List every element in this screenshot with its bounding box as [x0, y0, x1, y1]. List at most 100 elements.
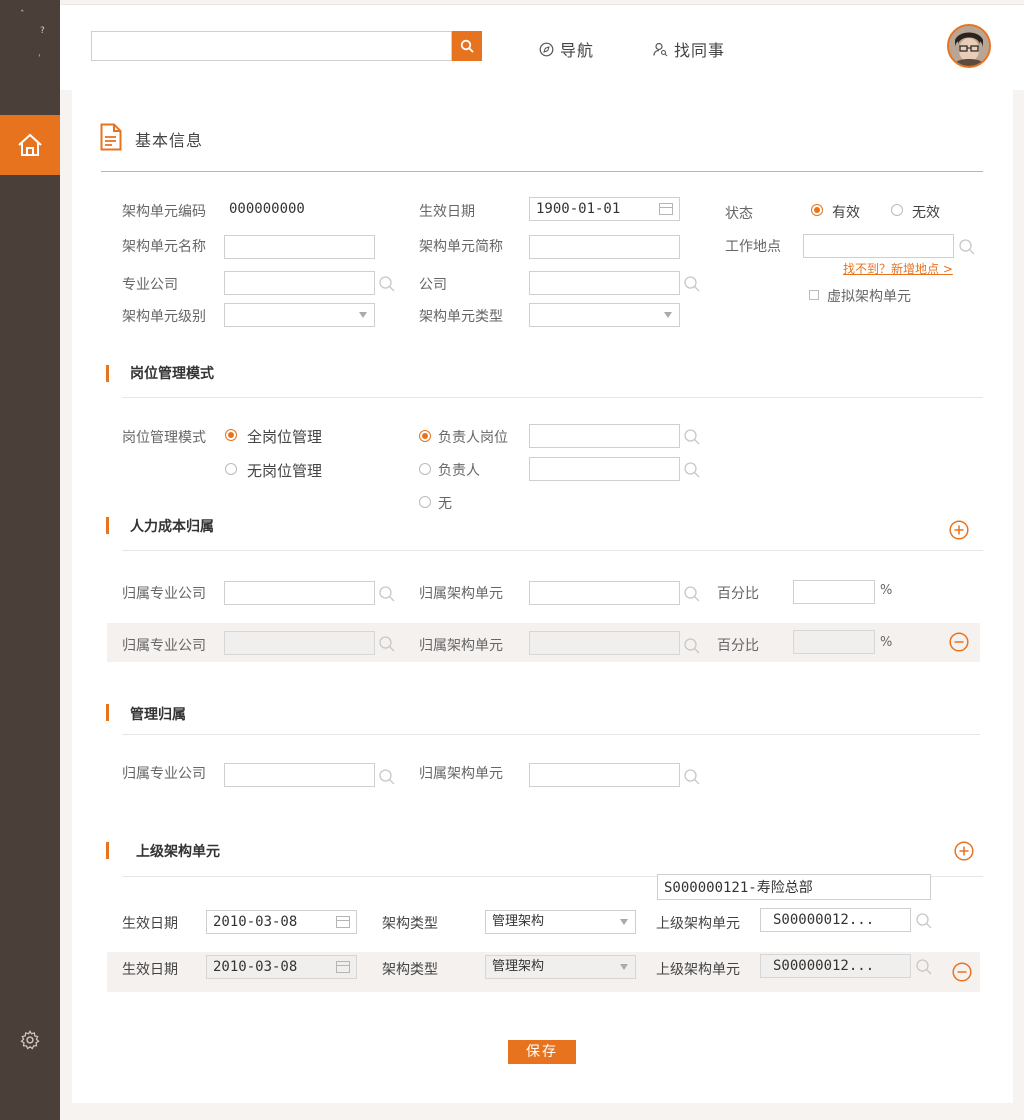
all-positions-radio[interactable]	[225, 429, 237, 441]
no-positions-radio[interactable]	[225, 463, 237, 475]
status-valid-radio[interactable]	[811, 204, 823, 216]
add-location-link[interactable]: 找不到？新增地点 >	[843, 260, 953, 277]
search-icon[interactable]	[378, 585, 396, 603]
user-search-icon	[653, 42, 668, 56]
code-value: 000000000	[229, 201, 305, 217]
virtual-unit-label: 虚拟架构单元	[827, 289, 911, 305]
search-input[interactable]	[91, 31, 452, 61]
search-icon[interactable]	[915, 912, 933, 930]
level-label: 架构单元级别	[122, 309, 206, 325]
find-colleague-link[interactable]: 找同事	[653, 37, 725, 61]
work-location-label: 工作地点	[725, 239, 781, 255]
level-select[interactable]	[224, 303, 375, 327]
sidebar-glyph: ˈ	[38, 54, 41, 64]
search-icon[interactable]	[683, 461, 701, 479]
structure-type-value: 管理架构	[492, 914, 545, 929]
all-positions-label: 全岗位管理	[247, 428, 323, 446]
search-icon[interactable]	[683, 585, 701, 603]
calendar-icon[interactable]	[659, 203, 673, 215]
search-icon[interactable]	[915, 958, 933, 976]
percent-input[interactable]	[793, 630, 875, 654]
position-mode-label: 岗位管理模式	[122, 430, 206, 446]
parent-date-field[interactable]: 2010-03-08	[206, 910, 357, 934]
find-colleague-label: 找同事	[674, 41, 726, 60]
hr-unit-label: 归属架构单元	[419, 586, 503, 602]
percent-label: 百分比	[717, 586, 759, 602]
nav-label: 导航	[560, 41, 595, 60]
home-icon	[18, 133, 42, 156]
work-location-input[interactable]	[803, 234, 954, 258]
parent-unit-label: 上级架构单元	[656, 962, 740, 978]
search-icon[interactable]	[378, 635, 396, 653]
sidebar-top: ˆ ? ˈ	[0, 0, 60, 115]
percent-label: 百分比	[717, 638, 759, 654]
name-label: 架构单元名称	[122, 239, 206, 255]
remove-hr-cost-button[interactable]	[949, 632, 969, 652]
search-icon[interactable]	[683, 768, 701, 786]
nav-link[interactable]: 导航	[539, 37, 594, 61]
search-button[interactable]	[452, 31, 482, 61]
hr-unit-input[interactable]	[529, 581, 680, 605]
parent-date-value: 2010-03-08	[213, 914, 298, 930]
sidebar-glyph: ˆ	[20, 10, 25, 20]
search-icon[interactable]	[378, 768, 396, 786]
sidebar: ˆ ? ˈ	[0, 0, 60, 1120]
parent-unit-title: 上级架构单元	[136, 844, 220, 860]
management-title: 管理归属	[130, 707, 186, 723]
chevron-down-icon	[620, 964, 628, 970]
sidebar-item-home[interactable]	[0, 115, 60, 175]
head-input[interactable]	[529, 457, 680, 481]
head-radio[interactable]	[419, 463, 431, 475]
search-icon[interactable]	[683, 637, 701, 655]
calendar-icon[interactable]	[336, 961, 350, 973]
sidebar-glyph: ?	[40, 26, 45, 36]
name-input[interactable]	[224, 235, 375, 259]
status-invalid-radio[interactable]	[891, 204, 903, 216]
search-icon[interactable]	[378, 275, 396, 293]
head-position-label: 负责人岗位	[438, 430, 508, 446]
none-radio[interactable]	[419, 496, 431, 508]
gear-icon[interactable]	[19, 1029, 41, 1051]
professional-company-input[interactable]	[224, 271, 375, 295]
structure-type-select[interactable]: 管理架构	[485, 910, 636, 934]
hr-unit-input[interactable]	[529, 631, 680, 655]
structure-type-label: 架构类型	[382, 962, 438, 978]
company-input[interactable]	[529, 271, 680, 295]
calendar-icon[interactable]	[336, 916, 350, 928]
document-icon	[100, 123, 122, 151]
add-hr-cost-button[interactable]	[949, 520, 969, 540]
virtual-unit-checkbox[interactable]	[809, 290, 819, 300]
avatar-image	[949, 26, 989, 66]
chevron-down-icon	[664, 312, 672, 318]
section-marker	[106, 517, 109, 534]
effective-date-field[interactable]: 1900-01-01	[529, 197, 680, 221]
avatar[interactable]	[947, 24, 991, 68]
professional-company-label: 专业公司	[122, 277, 178, 293]
chevron-down-icon	[620, 919, 628, 925]
add-parent-unit-button[interactable]	[954, 841, 974, 861]
percent-unit: %	[880, 635, 893, 650]
parent-date-field[interactable]: 2010-03-08	[206, 955, 357, 979]
search-icon[interactable]	[683, 275, 701, 293]
remove-parent-unit-button[interactable]	[952, 962, 972, 982]
search-icon[interactable]	[958, 238, 976, 256]
hr-company-input[interactable]	[224, 631, 375, 655]
parent-unit-input[interactable]: S00000012...	[760, 908, 911, 932]
head-position-radio[interactable]	[419, 430, 431, 442]
save-button[interactable]: 保存	[508, 1040, 576, 1064]
short-name-input[interactable]	[529, 235, 680, 259]
percent-input[interactable]	[793, 580, 875, 604]
hr-company-input[interactable]	[224, 581, 375, 605]
structure-type-select[interactable]: 管理架构	[485, 955, 636, 979]
status-label: 状态	[725, 206, 753, 222]
hr-company-label: 归属专业公司	[122, 586, 206, 602]
management-unit-input[interactable]	[529, 763, 680, 787]
status-invalid-label: 无效	[912, 205, 940, 221]
head-position-input[interactable]	[529, 424, 680, 448]
management-unit-label: 归属架构单元	[419, 766, 503, 782]
parent-unit-input[interactable]: S00000012...	[760, 954, 911, 978]
search-icon[interactable]	[683, 428, 701, 446]
type-select[interactable]	[529, 303, 680, 327]
parent-date-label: 生效日期	[122, 916, 178, 932]
management-company-input[interactable]	[224, 763, 375, 787]
